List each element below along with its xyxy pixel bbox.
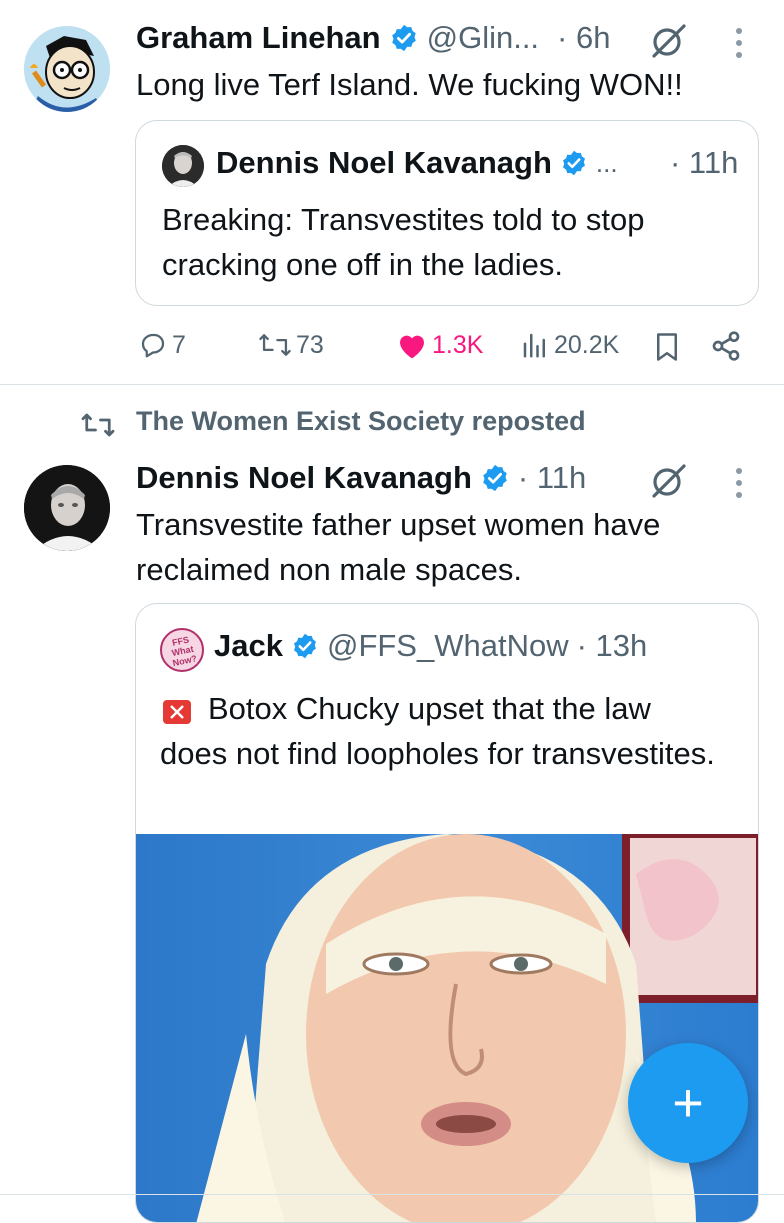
repost-banner-text[interactable]: The Women Exist Society reposted [136, 406, 586, 437]
avatar-ffs-whatnow[interactable]: FFS What Now? [160, 628, 204, 672]
reply-icon [141, 333, 165, 358]
timestamp[interactable]: · 11h [518, 460, 586, 496]
views-bar-chart-icon [523, 333, 545, 358]
author-name[interactable]: Graham Linehan [136, 20, 381, 56]
repost-indicator-icon [81, 413, 115, 437]
tweet-divider [0, 384, 784, 385]
author-handle[interactable]: @Glin... [427, 20, 539, 56]
quoted-author-name[interactable]: Dennis Noel Kavanagh [216, 145, 552, 181]
quoted-tweet-text: Botox Chucky upset that the law does not… [160, 691, 715, 771]
quoted-timestamp[interactable]: · 11h [670, 145, 738, 181]
repost-icon [259, 334, 291, 356]
reply-button[interactable]: 7 [138, 330, 186, 360]
more-options-icon[interactable] [733, 26, 745, 60]
avatar-photo-image [24, 465, 110, 551]
timestamp[interactable]: · 6h [557, 20, 610, 56]
verified-badge-icon [391, 24, 416, 52]
quoted-tweet-card[interactable]: Dennis Noel Kavanagh ... · 11h Breaking:… [135, 120, 759, 306]
reply-count: 7 [172, 330, 186, 359]
quoted-author-name[interactable]: Jack [214, 628, 283, 664]
grok-icon[interactable] [650, 24, 688, 58]
like-button[interactable]: 1.3K [396, 330, 483, 360]
author-name[interactable]: Dennis Noel Kavanagh [136, 460, 472, 496]
quoted-tweet-text: Breaking: Transvestites told to stop cra… [162, 202, 645, 282]
quoted-author-handle[interactable]: @FFS_WhatNow [327, 628, 569, 664]
tweet-text: Long live Terf Island. We fucking WON!! [136, 67, 683, 102]
video-frame-image [196, 834, 758, 1222]
quoted-author-handle[interactable]: ... [596, 148, 618, 179]
repost-button[interactable]: 73 [258, 330, 324, 360]
plus-icon: + [672, 1073, 704, 1133]
media-image[interactable] [136, 834, 758, 1222]
verified-badge-icon [294, 633, 316, 659]
quoted-timestamp[interactable]: · 13h [577, 628, 648, 664]
avatar-photo-image [162, 145, 204, 187]
grok-icon[interactable] [650, 464, 688, 498]
tweet-text: Transvestite father upset women have rec… [136, 507, 661, 587]
verified-badge-icon [562, 150, 585, 176]
views-button[interactable]: 20.2K [520, 330, 619, 360]
avatar-cartoon-image [24, 26, 110, 112]
compose-fab-button[interactable]: + [628, 1043, 748, 1163]
heart-filled-icon [400, 335, 424, 359]
verified-badge-icon [483, 464, 507, 492]
avatar-dennis-kavanagh-small[interactable] [162, 145, 204, 187]
view-count: 20.2K [554, 330, 620, 359]
siren-emoji-icon [163, 700, 191, 724]
more-options-icon[interactable] [733, 466, 745, 500]
avatar-graham-linehan[interactable] [24, 26, 110, 112]
share-icon[interactable] [710, 330, 742, 362]
avatar-logo-text: FFS What Now? [170, 634, 198, 669]
repost-count: 73 [296, 330, 324, 359]
bookmark-icon[interactable] [654, 332, 680, 362]
bottom-divider [0, 1194, 784, 1195]
like-count: 1.3K [432, 330, 484, 359]
avatar-dennis-kavanagh[interactable] [24, 465, 110, 551]
